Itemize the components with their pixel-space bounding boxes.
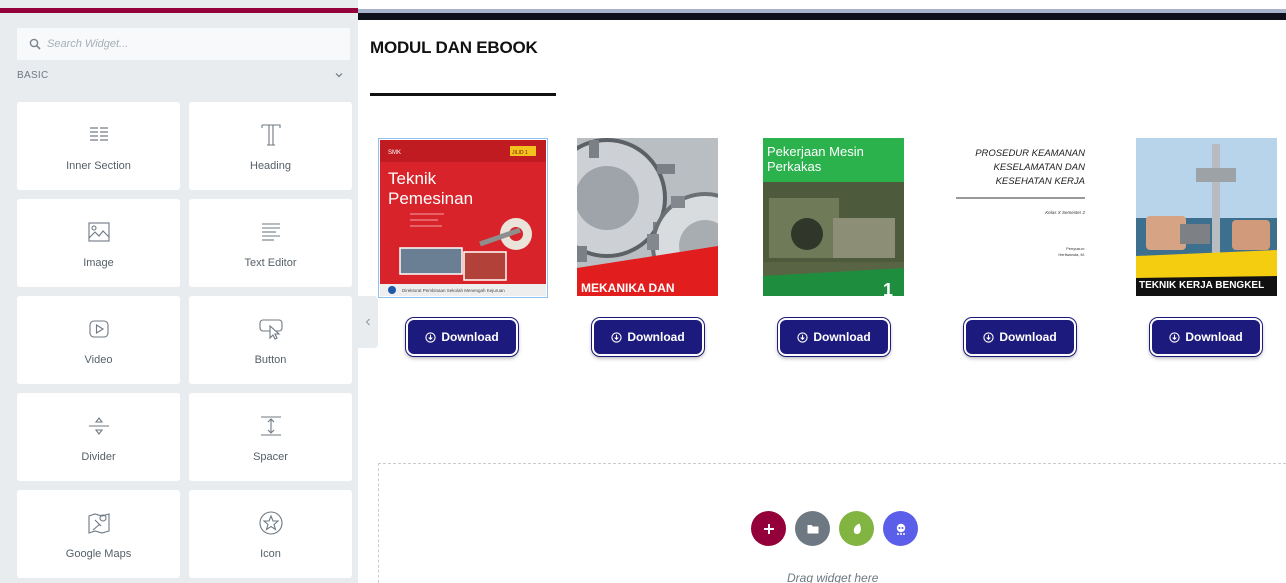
widget-button[interactable]: Button [189, 296, 352, 384]
widget-divider[interactable]: Divider [17, 393, 180, 481]
widget-text-editor[interactable]: Text Editor [189, 199, 352, 287]
book-title-line1: Teknik [388, 169, 437, 188]
button-icon [258, 319, 283, 340]
category-header-basic[interactable]: BASIC [17, 66, 350, 84]
widget-panel: BASIC Inner Section [0, 0, 358, 583]
book-title-line1: PROSEDUR KEAMANAN [975, 148, 1085, 159]
widget-grid: Inner Section Heading Image Text Editor … [17, 102, 352, 578]
widget-icon[interactable]: Icon [189, 490, 352, 578]
book-cover-image: Pekerjaan Mesin Perkakas 1 [763, 138, 904, 296]
page-title: MODUL DAN EBOOK [370, 38, 538, 57]
widget-image[interactable]: Image [17, 199, 180, 287]
download-label: Download [999, 330, 1057, 344]
book-footer: Direktorat Pembinaan Sekolah Menengah Ke… [402, 288, 505, 293]
widget-label: Spacer [253, 451, 288, 463]
book-cover-teknik-pemesinan[interactable]: SMK JILID 1 Teknik Pemesinan Direktorat … [378, 138, 548, 298]
envato-kit-button[interactable] [839, 511, 874, 546]
download-icon [1169, 331, 1180, 343]
widget-heading[interactable]: Heading [189, 102, 352, 190]
download-icon [611, 331, 622, 343]
chevron-down-icon [335, 73, 343, 78]
book-series: SMK [388, 150, 401, 156]
widget-label: Heading [250, 160, 291, 172]
book-number: 1 [883, 280, 893, 296]
download-label: Download [627, 330, 685, 344]
drag-widget-hint: Drag widget here [787, 571, 879, 583]
star-icon [258, 511, 283, 535]
panel-collapse-tab[interactable] [358, 296, 378, 348]
widget-label: Google Maps [65, 548, 132, 560]
video-icon [88, 320, 109, 338]
ai-icon [896, 523, 905, 535]
search-widget-box[interactable] [17, 28, 350, 60]
book-title: TEKNIK KERJA BENGKEL [1139, 280, 1264, 291]
download-button[interactable]: Download [1150, 318, 1262, 356]
book-title: MEKANIKA DAN [581, 281, 675, 295]
widget-label: Icon [260, 548, 281, 560]
download-button[interactable]: Download [778, 318, 890, 356]
widget-label: Divider [81, 451, 116, 463]
add-section-actions [751, 511, 918, 546]
add-section-button[interactable] [751, 511, 786, 546]
plus-icon [763, 523, 774, 534]
widget-label: Text Editor [244, 257, 297, 269]
book-title-line2: Pemesinan [388, 189, 473, 208]
book-cover-mekanika[interactable]: MEKANIKA DAN [577, 138, 718, 296]
book-title-line2: Perkakas [767, 159, 822, 174]
panel-accent-bar [0, 8, 358, 13]
widget-label: Button [254, 354, 287, 366]
download-label: Download [1185, 330, 1243, 344]
download-label: Download [441, 330, 499, 344]
widget-inner-section[interactable]: Inner Section [17, 102, 180, 190]
download-icon [983, 331, 994, 343]
widget-google-maps[interactable]: Google Maps [17, 490, 180, 578]
chevron-left-icon [365, 318, 370, 326]
book-class: Kelas X Semester 2 [1045, 210, 1085, 215]
book-title-line3: KESEHATAN KERJA [996, 176, 1085, 187]
heading-icon [260, 124, 281, 146]
book-author-label: Penyusun: [1066, 246, 1085, 251]
widget-label: Video [84, 354, 113, 366]
inner-section-icon [89, 127, 108, 141]
book-title-line1: Pekerjaan Mesin [767, 144, 864, 159]
book-cover-image: PROSEDUR KEAMANAN KESELAMATAN DAN KESEHA… [950, 138, 1091, 296]
ai-assistant-button[interactable] [883, 511, 918, 546]
image-icon [87, 222, 110, 242]
widget-label: Image [83, 257, 114, 269]
book-title-line2: KESELAMATAN DAN [993, 162, 1085, 173]
folder-icon [807, 524, 818, 533]
book-author: Herliwanda, M. [1058, 252, 1085, 257]
download-button[interactable]: Download [406, 318, 518, 356]
envato-icon [853, 523, 861, 534]
search-input[interactable] [47, 38, 327, 50]
title-underline [370, 93, 556, 96]
download-button[interactable]: Download [592, 318, 704, 356]
category-label: BASIC [17, 69, 49, 81]
book-badge: JILID 1 [512, 150, 528, 156]
book-cover-image: TEKNIK KERJA BENGKEL [1136, 138, 1277, 296]
download-button[interactable]: Download [964, 318, 1076, 356]
book-cover-prosedur-keamanan[interactable]: PROSEDUR KEAMANAN KESELAMATAN DAN KESEHA… [950, 138, 1091, 296]
canvas-top-bar [358, 9, 1286, 20]
google-maps-icon [87, 513, 110, 534]
widget-video[interactable]: Video [17, 296, 180, 384]
book-cover-image: MEKANIKA DAN [577, 138, 718, 296]
download-icon [797, 331, 808, 343]
book-cover-image: SMK JILID 1 Teknik Pemesinan Direktorat … [380, 140, 546, 296]
download-label: Download [813, 330, 871, 344]
spacer-icon [260, 416, 281, 436]
widget-spacer[interactable]: Spacer [189, 393, 352, 481]
divider-icon [88, 417, 109, 435]
search-icon [29, 38, 41, 50]
add-template-button[interactable] [795, 511, 830, 546]
widget-label: Inner Section [66, 160, 131, 172]
text-editor-icon [261, 223, 280, 241]
book-cover-pekerjaan-mesin-perkakas[interactable]: Pekerjaan Mesin Perkakas 1 [763, 138, 904, 296]
download-icon [425, 331, 436, 343]
book-cover-teknik-kerja-bengkel[interactable]: TEKNIK KERJA BENGKEL [1136, 138, 1277, 296]
